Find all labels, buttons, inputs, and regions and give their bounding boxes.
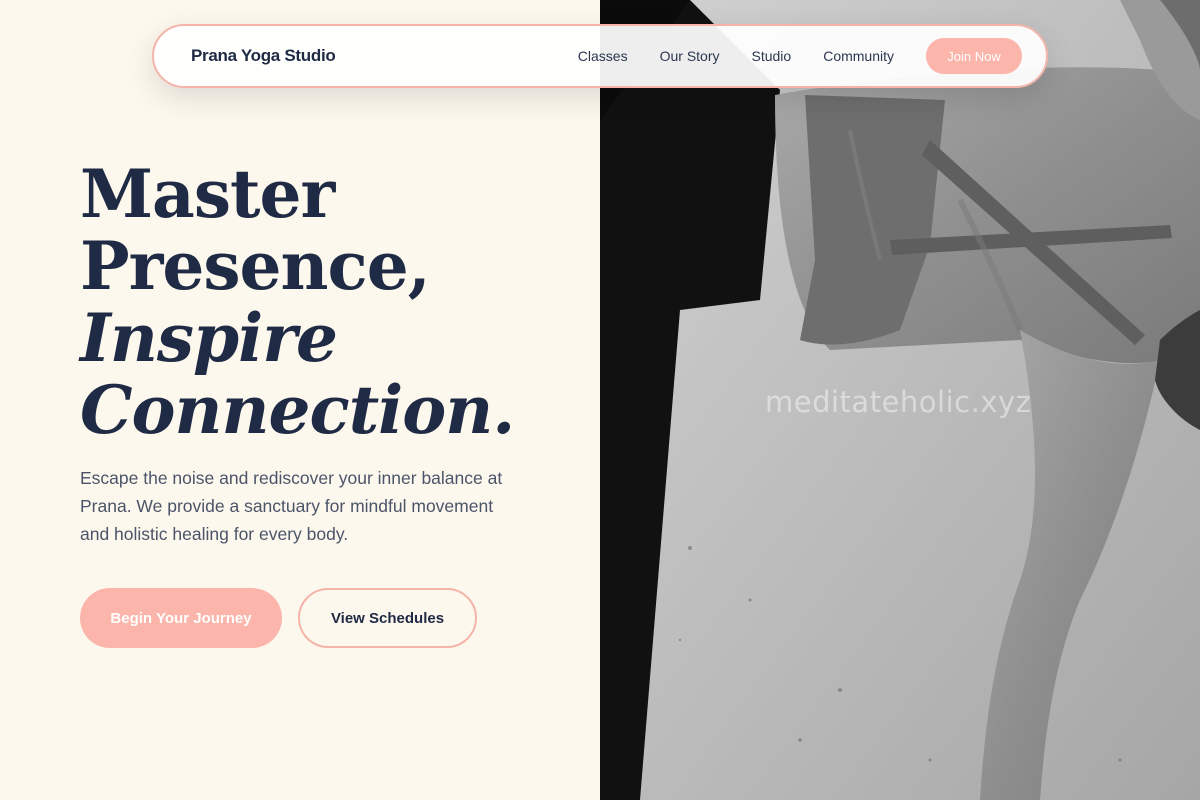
nav-links: Classes Our Story Studio Community (578, 48, 894, 64)
headline-line-4: Connection. (80, 371, 515, 449)
nav-link-studio[interactable]: Studio (752, 48, 792, 64)
watermark-text: meditateholic.xyz (765, 385, 1032, 419)
hero-description: Escape the noise and rediscover your inn… (80, 468, 503, 544)
brand-logo-text[interactable]: Prana Yoga Studio (191, 46, 336, 66)
top-navbar: Prana Yoga Studio Classes Our Story Stud… (152, 24, 1048, 88)
headline-line-3: Inspire (80, 299, 338, 377)
hero-headline: Master Presence, Inspire Connection. (80, 158, 560, 446)
begin-journey-button[interactable]: Begin Your Journey (80, 588, 282, 648)
nav-link-our-story[interactable]: Our Story (660, 48, 720, 64)
view-schedules-button[interactable]: View Schedules (298, 588, 477, 648)
nav-link-classes[interactable]: Classes (578, 48, 628, 64)
nav-link-community[interactable]: Community (823, 48, 894, 64)
join-now-button[interactable]: Join Now (926, 38, 1022, 74)
headline-line-1: Master (80, 155, 335, 233)
headline-line-2: Presence, (80, 227, 431, 305)
